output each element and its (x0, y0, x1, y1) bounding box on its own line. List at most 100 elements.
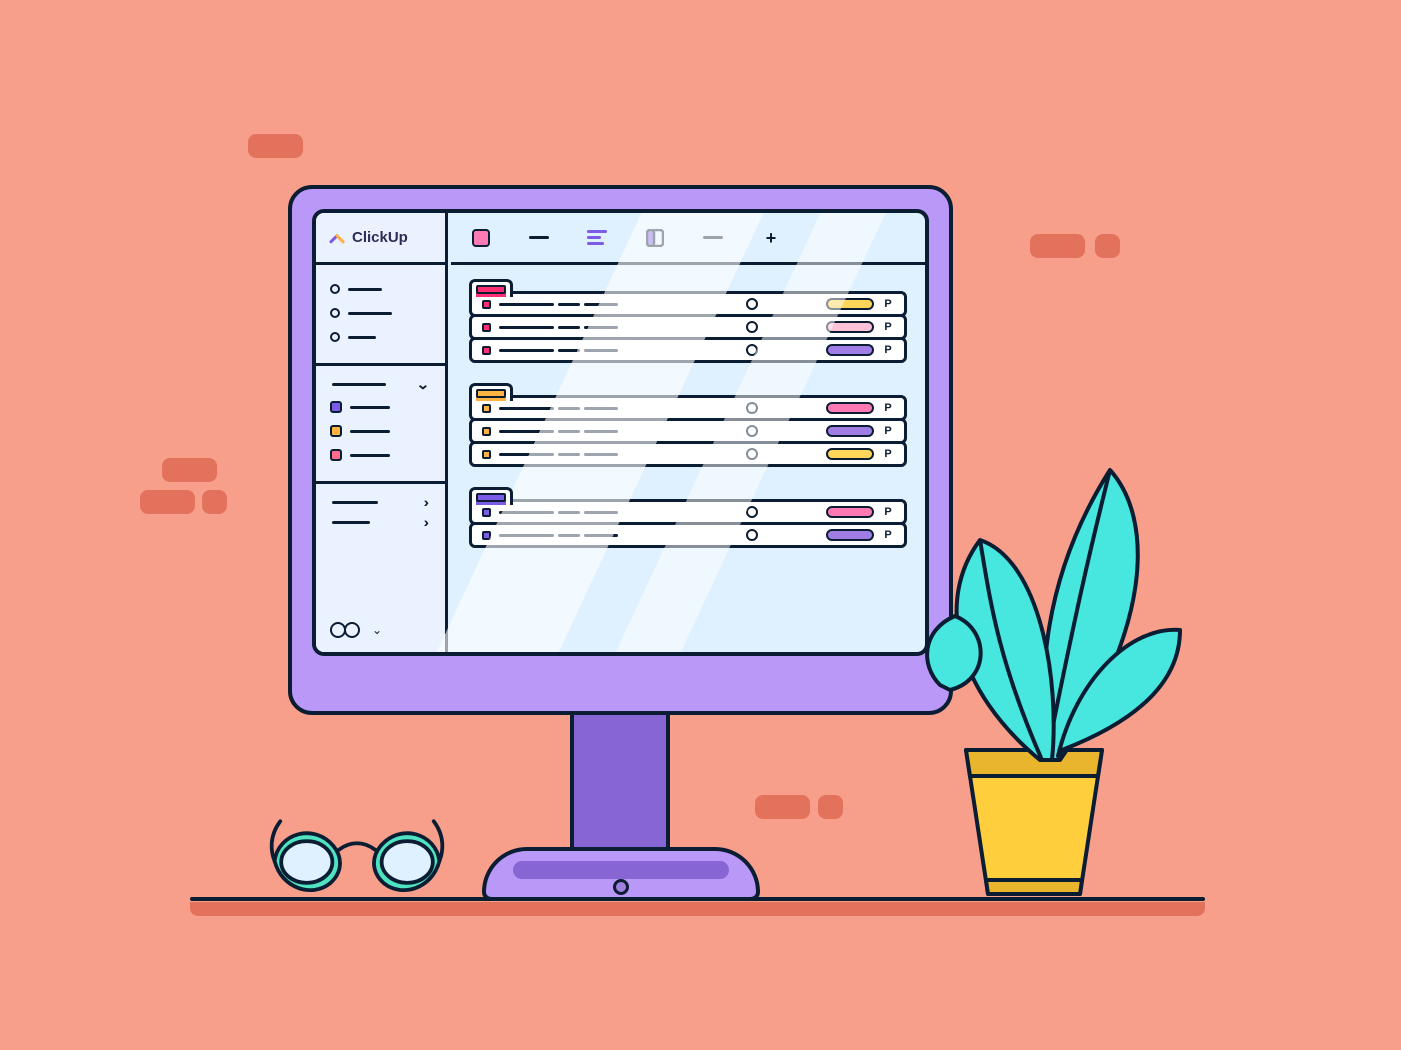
folder-label-placeholder (332, 501, 378, 504)
folder-item[interactable]: › (330, 494, 431, 510)
square-icon (472, 229, 490, 247)
task-tag[interactable] (826, 402, 874, 414)
task-title-placeholder (499, 303, 703, 306)
task-tag[interactable] (826, 529, 874, 541)
clickup-logo-icon (328, 229, 346, 247)
assignee-icon[interactable] (746, 402, 758, 414)
assignee-icon[interactable] (746, 529, 758, 541)
task-row[interactable]: P (469, 337, 907, 363)
desk-shadow (190, 902, 1205, 916)
assignee-icon[interactable] (746, 298, 758, 310)
task-status-icon (482, 404, 491, 413)
sidebar-nav-item[interactable] (330, 279, 431, 299)
assignee-icon[interactable] (746, 321, 758, 333)
space-label-placeholder (350, 430, 390, 433)
space-label-placeholder (350, 454, 390, 457)
list-view-button[interactable] (471, 228, 491, 248)
nav-label-placeholder (348, 312, 392, 315)
chevron-down-icon: ⌄ (372, 623, 382, 637)
group-status-tab[interactable] (469, 487, 513, 505)
toolbar-item[interactable] (529, 228, 549, 248)
monitor: ClickUp ⌄ › (288, 185, 953, 715)
dash-icon (529, 236, 549, 239)
app-name: ClickUp (352, 229, 408, 246)
task-group: PPP (469, 279, 907, 363)
task-status-icon (482, 323, 491, 332)
task-status-icon (482, 346, 491, 355)
task-tag[interactable] (826, 425, 874, 437)
task-row[interactable]: P (469, 522, 907, 548)
task-tag[interactable] (826, 321, 874, 333)
brick (248, 134, 303, 158)
task-status-icon (482, 450, 491, 459)
brick (818, 795, 843, 819)
space-label-placeholder (350, 406, 390, 409)
task-status-icon (482, 300, 491, 309)
dash-icon (703, 236, 723, 239)
brick (202, 490, 227, 514)
glasses (262, 808, 452, 898)
task-tag[interactable] (826, 298, 874, 310)
screen: ClickUp ⌄ › (312, 209, 929, 656)
space-item[interactable] (330, 397, 431, 417)
folder-item[interactable]: › (330, 514, 431, 530)
bullet-icon (330, 284, 340, 294)
monitor-power-indicator (613, 879, 629, 895)
space-item[interactable] (330, 445, 431, 465)
task-group: PP (469, 487, 907, 548)
app-logo[interactable]: ClickUp (316, 213, 445, 265)
sidebar-nav-item[interactable] (330, 327, 431, 347)
priority-flag-icon[interactable]: P (882, 298, 894, 310)
task-status-icon (482, 508, 491, 517)
task-title-placeholder (499, 453, 703, 456)
task-tag[interactable] (826, 448, 874, 460)
bars-icon (587, 230, 607, 245)
task-row[interactable]: P (469, 441, 907, 467)
assignee-icon[interactable] (746, 448, 758, 460)
priority-flag-icon[interactable]: P (882, 321, 894, 333)
task-tag[interactable] (826, 344, 874, 356)
assignee-icon[interactable] (746, 506, 758, 518)
priority-flag-icon[interactable]: P (882, 344, 894, 356)
board-icon (646, 229, 664, 247)
toolbar-item[interactable] (703, 228, 723, 248)
group-status-tab[interactable] (469, 279, 513, 297)
nav-label-placeholder (348, 288, 382, 291)
space-item[interactable] (330, 421, 431, 441)
task-title-placeholder (499, 407, 703, 410)
sidebar-nav-item[interactable] (330, 303, 431, 323)
board-view-button[interactable] (645, 228, 665, 248)
monitor-stand-neck (570, 710, 670, 850)
add-view-button[interactable]: + (761, 228, 781, 248)
bullet-icon (330, 308, 340, 318)
priority-flag-icon[interactable]: P (882, 402, 894, 414)
avatar-icon (344, 622, 360, 638)
workspace-switcher[interactable]: ⌄ (316, 610, 445, 652)
view-toolbar: + (451, 213, 925, 265)
task-status-icon (482, 427, 491, 436)
space-color-icon (330, 401, 342, 413)
assignee-icon[interactable] (746, 425, 758, 437)
task-group: PPP (469, 383, 907, 467)
folder-label-placeholder (332, 521, 370, 524)
gantt-view-button[interactable] (587, 228, 607, 248)
task-title-placeholder (499, 534, 703, 537)
task-groups: PPPPPPPP (451, 265, 925, 652)
brick (162, 458, 217, 482)
plant (880, 430, 1200, 770)
main-area: + PPPPPPPP (451, 213, 925, 652)
task-tag[interactable] (826, 506, 874, 518)
assignee-icon[interactable] (746, 344, 758, 356)
chevron-right-icon: › (424, 494, 430, 510)
task-title-placeholder (499, 349, 703, 352)
spaces-header[interactable]: ⌄ (330, 376, 431, 393)
group-status-tab[interactable] (469, 383, 513, 401)
brick (1095, 234, 1120, 258)
brick (755, 795, 810, 819)
space-color-icon (330, 449, 342, 461)
brick (140, 490, 195, 514)
chevron-right-icon: › (424, 514, 430, 530)
bullet-icon (330, 332, 340, 342)
nav-label-placeholder (348, 336, 376, 339)
brick (1030, 234, 1085, 258)
